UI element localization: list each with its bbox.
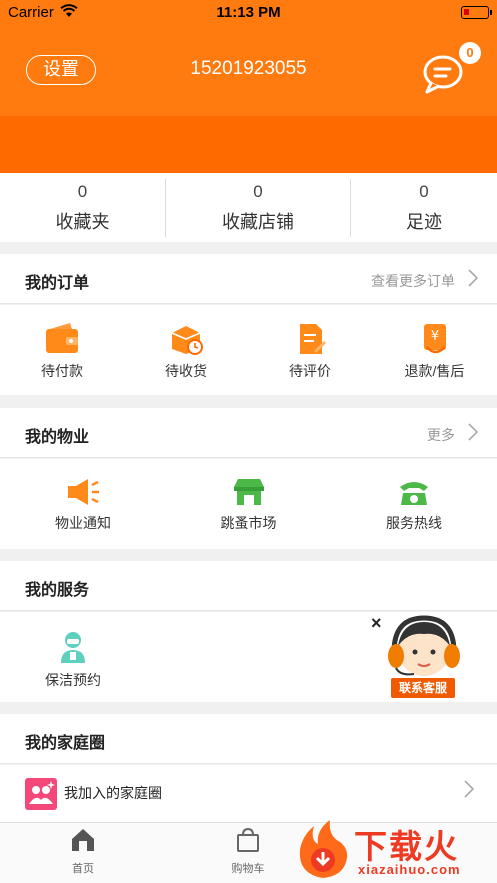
watermark-text: 下载火 — [354, 828, 459, 865]
chevron-right-icon — [468, 269, 479, 287]
stat-label: 收藏店铺 — [222, 212, 294, 232]
flame-logo-icon — [299, 820, 348, 878]
tab-home[interactable]: 首页 — [43, 827, 123, 876]
family-header: 我的家庭圈 — [0, 714, 497, 764]
order-pending-receipt[interactable]: 待收货 — [124, 305, 248, 395]
stat-favorite-shops[interactable]: 0 收藏店铺 — [166, 173, 350, 242]
telephone-icon — [400, 482, 428, 505]
order-label: 退款/售后 — [404, 363, 465, 379]
family-row-label: 我加入的家庭圈 — [64, 785, 162, 801]
services-title: 我的服务 — [25, 582, 90, 599]
refund-icon: ¥ — [423, 324, 446, 354]
cleaner-icon — [61, 632, 85, 663]
stat-favorites[interactable]: 0 收藏夹 — [0, 173, 165, 242]
contact-service-label[interactable]: 联系客服 — [391, 678, 455, 698]
services-header: 我的服务 — [0, 561, 497, 611]
header-band — [0, 116, 497, 173]
stat-label: 收藏夹 — [55, 212, 110, 232]
property-label: 服务热线 — [386, 515, 442, 531]
tab-label: 购物车 — [231, 863, 265, 875]
stats-bar: 0 收藏夹 0 收藏店铺 0 足迹 — [0, 173, 497, 242]
svg-text:¥: ¥ — [430, 329, 438, 344]
stat-value: 0 — [419, 182, 429, 201]
service-cleaning[interactable]: 保洁预约 — [0, 612, 146, 702]
tab-cart[interactable]: 购物车 — [208, 827, 288, 876]
chevron-right-icon — [464, 780, 475, 798]
property-hotline[interactable]: 服务热线 — [331, 459, 497, 549]
watermark-logo: 下载火 xiazaihuo.com — [290, 816, 497, 883]
orders-more-link[interactable]: 查看更多订单 — [371, 271, 455, 291]
stat-label: 足迹 — [406, 212, 442, 232]
property-grid: 物业通知 跳蚤市场 服务热线 — [0, 459, 497, 549]
wallet-icon — [46, 323, 78, 353]
stat-value: 0 — [253, 182, 263, 201]
shopping-bag-icon — [237, 827, 259, 852]
property-notice[interactable]: 物业通知 — [0, 459, 166, 549]
order-label: 待付款 — [41, 363, 83, 379]
battery-icon — [461, 6, 492, 19]
package-clock-icon — [171, 326, 203, 355]
family-title: 我的家庭圈 — [25, 735, 106, 752]
order-refund[interactable]: ¥ 退款/售后 — [372, 305, 497, 395]
property-label: 物业通知 — [55, 515, 111, 531]
orders-header[interactable]: 我的订单 查看更多订单 — [0, 254, 497, 304]
message-badge: 0 — [459, 42, 481, 64]
property-more-link[interactable]: 更多 — [427, 425, 455, 445]
order-pending-payment[interactable]: 待付款 — [0, 305, 124, 395]
family-joined-row[interactable]: 我加入的家庭圈 — [0, 765, 497, 822]
stat-footprints[interactable]: 0 足迹 — [351, 173, 497, 242]
profile-header: Carrier 11:13 PM 设置 15201923055 0 — [0, 0, 497, 173]
chevron-right-icon — [468, 423, 479, 441]
order-label: 待收货 — [165, 363, 207, 379]
tab-label: 首页 — [72, 863, 94, 875]
order-pending-review[interactable]: 待评价 — [248, 305, 372, 395]
order-label: 待评价 — [289, 363, 331, 379]
status-bar: Carrier 11:13 PM — [0, 0, 497, 26]
service-label: 保洁预约 — [45, 672, 101, 688]
orders-grid: 待付款 待收货 待评价 ¥ 退款/售后 — [0, 305, 497, 395]
family-icon — [25, 778, 57, 810]
market-stall-icon — [233, 479, 264, 505]
clock: 11:13 PM — [216, 4, 281, 21]
orders-title: 我的订单 — [25, 275, 90, 292]
property-label: 跳蚤市场 — [220, 515, 277, 531]
watermark-url: xiazaihuo.com — [358, 862, 461, 877]
megaphone-icon — [68, 479, 99, 505]
property-title: 我的物业 — [25, 429, 90, 446]
property-header[interactable]: 我的物业 更多 — [0, 408, 497, 458]
close-icon[interactable]: × — [371, 613, 382, 634]
stat-value: 0 — [77, 182, 88, 201]
property-flea-market[interactable]: 跳蚤市场 — [166, 459, 331, 549]
edit-doc-icon — [300, 324, 326, 354]
home-icon — [72, 829, 94, 851]
